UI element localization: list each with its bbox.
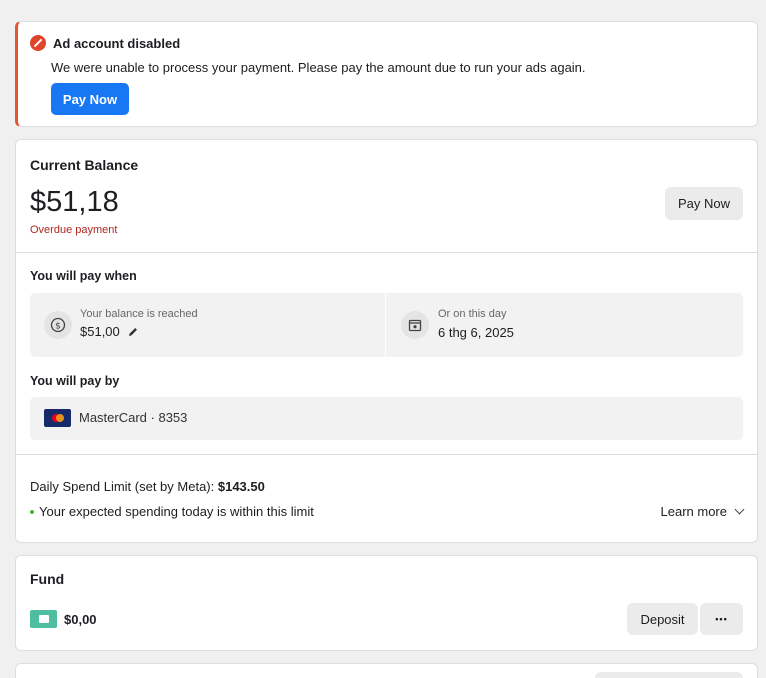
alert-title: Ad account disabled	[53, 35, 181, 51]
alert-header: Ad account disabled	[30, 35, 180, 51]
learn-more-label: Learn more	[660, 504, 727, 519]
dollar-icon: $	[44, 311, 72, 339]
deposit-button[interactable]: Deposit	[627, 603, 698, 635]
next-card-button[interactable]	[595, 672, 743, 678]
next-card	[15, 663, 758, 678]
date-value: 6 thg 6, 2025	[438, 325, 514, 340]
pay-when-title: You will pay when	[30, 269, 137, 283]
ad-account-disabled-alert: Ad account disabled We were unable to pr…	[15, 21, 758, 127]
status-dot-icon	[30, 509, 34, 514]
alert-message: We were unable to process your payment. …	[51, 60, 586, 75]
threshold-value-row: $51,00	[80, 324, 139, 339]
divider	[16, 454, 757, 455]
divider	[16, 252, 757, 253]
fund-card: Fund $0,00 Deposit •••	[15, 555, 758, 651]
balance-amount: $51,18	[30, 186, 119, 218]
fund-title: Fund	[30, 571, 65, 587]
pay-by-title: You will pay by	[30, 374, 120, 388]
alert-pay-now-button[interactable]: Pay Now	[51, 83, 129, 115]
limit-status: Your expected spending today is within t…	[30, 504, 314, 519]
pay-when-panel: $ Your balance is reached $51,00 Or on t…	[30, 293, 743, 357]
balance-title: Current Balance	[30, 157, 139, 173]
date-label: Or on this day	[438, 308, 507, 320]
edit-pencil-icon[interactable]	[127, 326, 139, 338]
chevron-down-icon	[734, 504, 745, 515]
payment-method-label: MasterCard · 8353	[79, 410, 188, 425]
wallet-icon	[30, 610, 57, 628]
mastercard-icon	[44, 409, 71, 427]
daily-spend-limit: Daily Spend Limit (set by Meta): $143.50	[30, 479, 265, 494]
limit-label: Daily Spend Limit (set by Meta):	[30, 479, 215, 494]
more-options-button[interactable]: •••	[700, 603, 743, 635]
threshold-value: $51,00	[80, 324, 120, 339]
disabled-icon	[30, 35, 46, 51]
payment-method-row[interactable]: MasterCard · 8353	[30, 397, 743, 440]
threshold-label: Your balance is reached	[80, 308, 198, 320]
current-balance-card: Current Balance $51,18 Overdue payment P…	[15, 139, 758, 543]
limit-value: $143.50	[217, 479, 265, 494]
limit-status-text: Your expected spending today is within t…	[39, 504, 314, 519]
panel-split	[385, 293, 386, 357]
svg-text:$: $	[55, 322, 61, 332]
overdue-status: Overdue payment	[30, 224, 118, 236]
learn-more-toggle[interactable]: Learn more	[660, 504, 745, 519]
calendar-icon	[401, 311, 429, 339]
balance-pay-now-button[interactable]: Pay Now	[665, 187, 743, 220]
fund-amount: $0,00	[64, 612, 97, 627]
